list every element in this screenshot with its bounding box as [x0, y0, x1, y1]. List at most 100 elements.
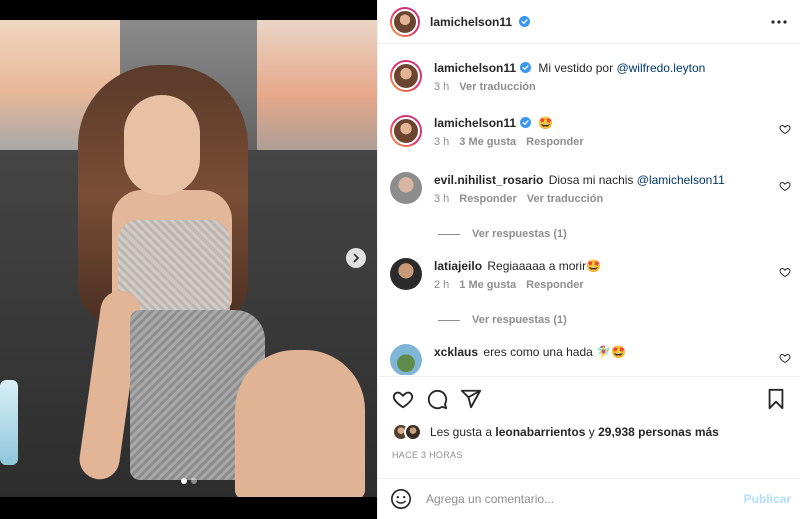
comment-text: lamichelson11 🤩: [434, 115, 795, 131]
commenter-avatar[interactable]: [390, 172, 422, 204]
caption-row: lamichelson11 Mi vestido por @wilfredo.l…: [390, 60, 795, 93]
likes-text: Les gusta a leonabarrientos y 29,938 per…: [430, 425, 719, 439]
post-comment-button[interactable]: Publicar: [744, 492, 791, 506]
photo-water-bottle: [0, 380, 18, 465]
likes-prefix: Les gusta a: [430, 425, 493, 439]
more-options-icon: [771, 19, 787, 24]
emoji-icon: [391, 489, 411, 509]
comment-text: evil.nihilist_rosario Diosa mi nachis @l…: [434, 172, 795, 188]
more-options-button[interactable]: [769, 12, 789, 32]
like-button[interactable]: [386, 382, 420, 416]
post-side-panel: lamichelson11 lamichelson11 Mi vestido p…: [377, 0, 800, 519]
comment-input[interactable]: [426, 492, 744, 506]
reply-link[interactable]: Responder: [459, 193, 516, 205]
verified-badge-icon: [520, 62, 532, 73]
comment-meta: 3 h Responder Ver traducción: [434, 193, 795, 205]
comment-row: evil.nihilist_rosario Diosa mi nachis @l…: [390, 172, 795, 205]
comment-content: evil.nihilist_rosario Diosa mi nachis @l…: [434, 172, 795, 205]
comment-button[interactable]: [420, 382, 454, 416]
comment-username[interactable]: lamichelson11: [434, 61, 516, 75]
carousel-dot: [190, 478, 197, 484]
comment-content: lamichelson11 Mi vestido por @wilfredo.l…: [434, 60, 795, 93]
comment-time: 3 h: [434, 136, 450, 148]
view-replies-button[interactable]: Ver respuestas (1): [438, 314, 567, 326]
commenter-avatar[interactable]: [390, 344, 422, 375]
comment-row: lamichelson11 🤩 3 h 3 Me gusta Responder: [390, 115, 795, 148]
comment-mention[interactable]: @wilfredo.leyton: [616, 61, 705, 75]
commenter-avatar[interactable]: [390, 60, 422, 92]
share-button[interactable]: [454, 382, 488, 416]
heart-icon[interactable]: [779, 266, 791, 278]
photo-face: [124, 95, 200, 195]
comment-content: lamichelson11 🤩 3 h 3 Me gusta Responder: [434, 115, 795, 148]
comment-row: xcklaus eres como una hada 🧚‍♀️🤩: [390, 344, 795, 375]
heart-icon[interactable]: [779, 352, 791, 364]
likes-summary: Les gusta a leonabarrientos y 29,938 per…: [392, 423, 719, 441]
reply-link[interactable]: Responder: [526, 279, 583, 291]
carousel-dot-active: [180, 478, 187, 484]
liker-username[interactable]: leonabarrientos: [495, 425, 585, 439]
view-replies-button[interactable]: Ver respuestas (1): [438, 228, 567, 240]
comment-time: 3 h: [434, 81, 450, 93]
carousel-next-button[interactable]: [346, 248, 366, 268]
comment-content: xcklaus eres como una hada 🧚‍♀️🤩: [434, 344, 795, 375]
comment-content: latiajeilo Regiaaaaa a morir🤩 2 h 1 Me g…: [434, 258, 795, 291]
post-photo[interactable]: [0, 20, 377, 497]
liker-avatar[interactable]: [404, 423, 422, 441]
comment-body: Regiaaaaa a morir🤩: [487, 259, 602, 273]
author-name-wrap: lamichelson11: [430, 15, 531, 29]
share-icon: [460, 389, 482, 408]
replies-divider: [438, 233, 460, 235]
comment-body: Diosa mi nachis: [548, 173, 634, 187]
comment-text: latiajeilo Regiaaaaa a morir🤩: [434, 258, 795, 274]
translate-link[interactable]: Ver traducción: [459, 81, 535, 93]
translate-link[interactable]: Ver traducción: [527, 193, 603, 205]
author-avatar[interactable]: [390, 6, 420, 37]
verified-badge-icon: [519, 15, 531, 27]
view-replies-label: Ver respuestas (1): [472, 314, 567, 326]
chevron-right-icon: [353, 253, 359, 263]
likes-conjunction: y: [588, 425, 595, 439]
comment-likes-count[interactable]: 1 Me gusta: [459, 279, 516, 291]
author-username[interactable]: lamichelson11: [430, 15, 512, 29]
comment-time: 2 h: [434, 279, 450, 291]
heart-icon[interactable]: [779, 123, 791, 135]
comment-body: eres como una hada 🧚‍♀️🤩: [483, 345, 627, 359]
carousel-indicator: [0, 478, 377, 484]
heart-icon[interactable]: [779, 180, 791, 192]
reply-link[interactable]: Responder: [526, 136, 583, 148]
post-header: lamichelson11: [378, 0, 800, 44]
commenter-avatar[interactable]: [390, 258, 422, 290]
view-replies-label: Ver respuestas (1): [472, 228, 567, 240]
photo-leg: [235, 350, 365, 497]
comment-body: 🤩: [538, 116, 554, 130]
comment-meta: 2 h 1 Me gusta Responder: [434, 279, 795, 291]
comment-meta: 3 h 3 Me gusta Responder: [434, 136, 795, 148]
comment-text: lamichelson11 Mi vestido por @wilfredo.l…: [434, 60, 795, 76]
commenter-avatar[interactable]: [390, 115, 422, 147]
bookmark-icon: [768, 388, 784, 409]
comment-text: xcklaus eres como una hada 🧚‍♀️🤩: [434, 344, 795, 360]
comment-mention[interactable]: @lamichelson11: [637, 173, 725, 187]
comment-composer: Publicar: [378, 478, 800, 519]
post-timestamp[interactable]: HACE 3 HORAS: [392, 450, 463, 460]
comment-username[interactable]: xcklaus: [434, 345, 478, 359]
heart-icon: [392, 391, 414, 408]
comment-icon: [427, 389, 448, 409]
comment-row: latiajeilo Regiaaaaa a morir🤩 2 h 1 Me g…: [390, 258, 795, 291]
post-actions-bar: [378, 376, 800, 420]
save-button[interactable]: [759, 382, 793, 416]
comment-meta: 3 h Ver traducción: [434, 81, 795, 93]
likes-count[interactable]: 29,938 personas más: [598, 425, 719, 439]
comment-username[interactable]: lamichelson11: [434, 116, 516, 130]
emoji-button[interactable]: [390, 488, 412, 510]
car-window-right: [257, 20, 377, 170]
comment-body: Mi vestido por: [538, 61, 614, 75]
verified-badge-icon: [520, 117, 532, 128]
post-media[interactable]: [0, 0, 377, 519]
comment-likes-count[interactable]: 3 Me gusta: [459, 136, 516, 148]
comments-list[interactable]: lamichelson11 Mi vestido por @wilfredo.l…: [378, 45, 800, 375]
comment-username[interactable]: evil.nihilist_rosario: [434, 173, 543, 187]
comment-username[interactable]: latiajeilo: [434, 259, 482, 273]
replies-divider: [438, 319, 460, 321]
